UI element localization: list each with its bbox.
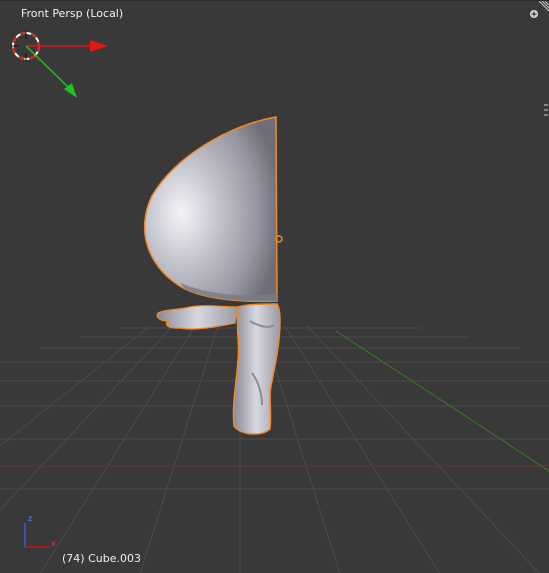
head-mesh[interactable] [144, 116, 278, 303]
arm-mesh[interactable] [156, 305, 239, 330]
view-title: Front Persp (Local) [21, 7, 124, 20]
mini-axis-widget: z x [24, 514, 56, 548]
mini-axis-z-label: z [28, 514, 32, 523]
mini-axis-x-label: x [51, 539, 56, 548]
resize-grip-icon[interactable] [543, 101, 549, 119]
x-arrow-icon[interactable] [90, 40, 108, 52]
object-info: (74) Cube.003 [62, 552, 141, 565]
region-split-icon[interactable] [533, 1, 549, 17]
3d-viewport[interactable]: z x Front Persp (Local) (74) Cube.003 [0, 0, 549, 573]
mesh-object[interactable] [144, 116, 283, 435]
y-axis-line [335, 330, 549, 472]
viewport-scene[interactable]: z x [0, 1, 549, 573]
